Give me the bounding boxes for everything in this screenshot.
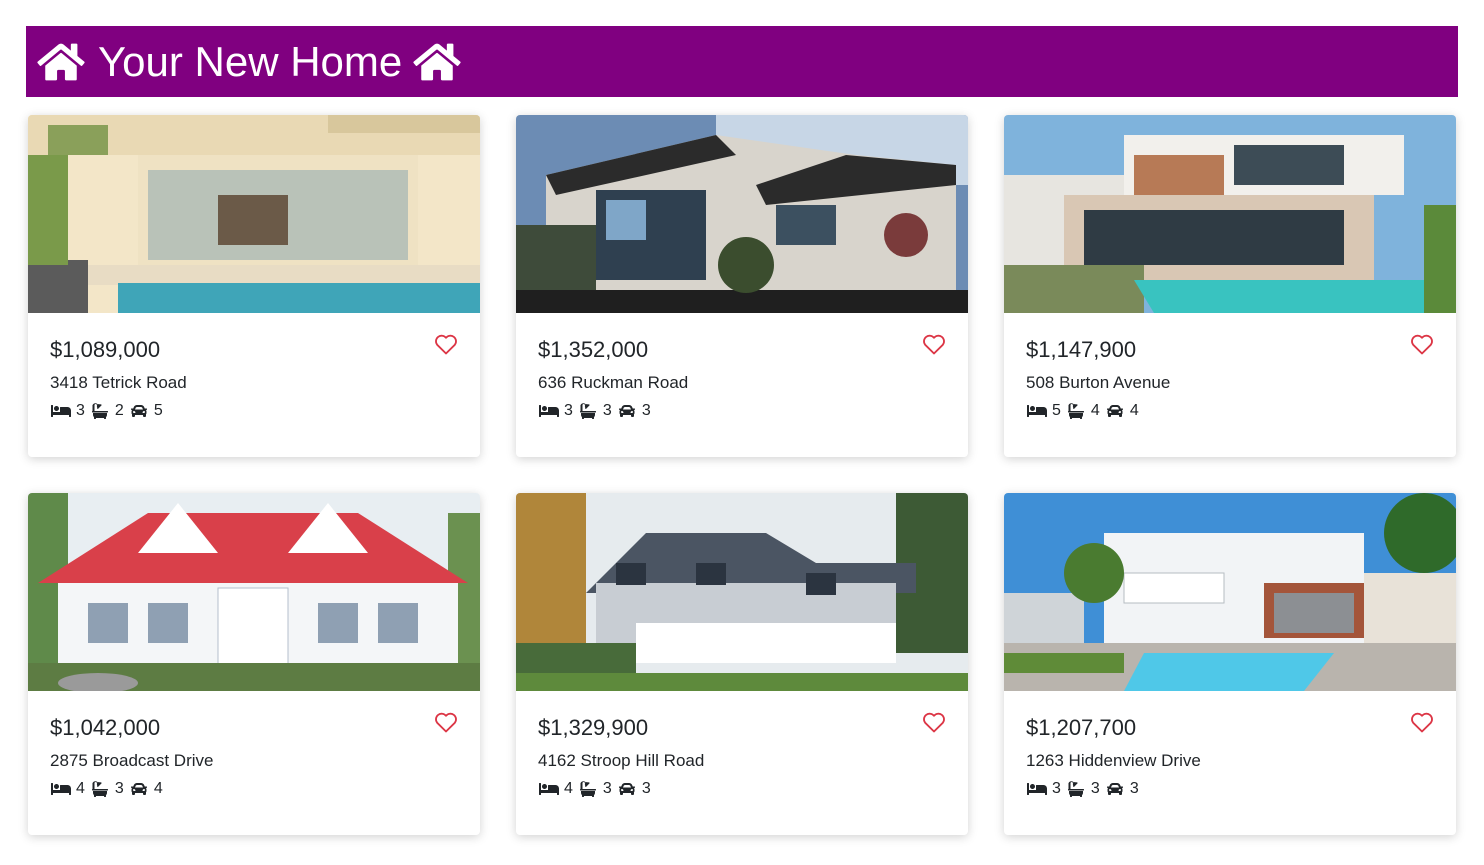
baths-count: 3 xyxy=(602,402,612,419)
listing-price: $1,352,000 xyxy=(538,337,649,362)
listing-price: $1,329,900 xyxy=(538,715,649,740)
listing-features: 3 2 5 xyxy=(50,401,458,421)
heart-outline-icon[interactable] xyxy=(1410,333,1434,355)
bed-icon xyxy=(1026,781,1048,797)
car-icon xyxy=(1104,403,1126,419)
bath-icon xyxy=(89,403,111,419)
car-icon xyxy=(128,781,150,797)
house-photo[interactable] xyxy=(516,115,968,313)
house-photo[interactable] xyxy=(28,115,480,313)
house-photo[interactable] xyxy=(1004,115,1456,313)
car-icon xyxy=(1104,781,1126,797)
listing-price: $1,207,700 xyxy=(1026,715,1137,740)
heart-outline-icon[interactable] xyxy=(922,711,946,733)
listing-card[interactable]: $1,147,900 508 Burton Avenue 5 4 4 xyxy=(1004,115,1456,457)
card-body: $1,042,000 2875 Broadcast Drive 4 3 4 xyxy=(28,691,480,799)
car-icon xyxy=(616,781,638,797)
listing-address: 2875 Broadcast Drive xyxy=(50,751,214,770)
bed-icon xyxy=(50,403,72,419)
listing-features: 3 3 3 xyxy=(538,401,946,421)
listing-card[interactable]: $1,352,000 636 Ruckman Road 3 3 3 xyxy=(516,115,968,457)
baths-count: 3 xyxy=(114,780,124,797)
listing-price: $1,089,000 xyxy=(50,337,161,362)
beds-count: 4 xyxy=(76,780,85,797)
heart-outline-icon[interactable] xyxy=(434,711,458,733)
house-photo[interactable] xyxy=(1004,493,1456,691)
listing-address: 3418 Tetrick Road xyxy=(50,373,187,392)
bed-icon xyxy=(538,781,560,797)
baths-count: 2 xyxy=(114,402,124,419)
listing-features: 4 3 4 xyxy=(50,779,458,799)
bath-icon xyxy=(577,403,599,419)
cars-count: 3 xyxy=(641,402,651,419)
listings-grid: $1,089,000 3418 Tetrick Road 3 2 5 $1,35… xyxy=(28,115,1456,835)
listing-features: 5 4 4 xyxy=(1026,401,1434,421)
bed-icon xyxy=(538,403,560,419)
cars-count: 4 xyxy=(1129,402,1139,419)
cars-count: 5 xyxy=(153,402,163,419)
beds-count: 4 xyxy=(564,780,573,797)
beds-count: 5 xyxy=(1052,402,1061,419)
listing-address: 1263 Hiddenview Drive xyxy=(1026,751,1201,770)
house-icon xyxy=(36,41,86,83)
listing-features: 3 3 3 xyxy=(1026,779,1434,799)
heart-outline-icon[interactable] xyxy=(434,333,458,355)
cars-count: 3 xyxy=(1129,780,1139,797)
header-banner: Your New Home xyxy=(26,26,1458,97)
page-title: Your New Home xyxy=(98,37,403,85)
heart-outline-icon[interactable] xyxy=(922,333,946,355)
bed-icon xyxy=(50,781,72,797)
listing-address: 508 Burton Avenue xyxy=(1026,373,1171,392)
listing-price: $1,042,000 xyxy=(50,715,161,740)
listing-address: 4162 Stroop Hill Road xyxy=(538,751,705,770)
baths-count: 3 xyxy=(1090,780,1100,797)
card-body: $1,089,000 3418 Tetrick Road 3 2 5 xyxy=(28,313,480,421)
bath-icon xyxy=(1065,403,1087,419)
heart-outline-icon[interactable] xyxy=(1410,711,1434,733)
listing-address: 636 Ruckman Road xyxy=(538,373,689,392)
bath-icon xyxy=(577,781,599,797)
cars-count: 4 xyxy=(153,780,163,797)
bath-icon xyxy=(1065,781,1087,797)
house-photo[interactable] xyxy=(516,493,968,691)
house-photo[interactable] xyxy=(28,493,480,691)
listing-price: $1,147,900 xyxy=(1026,337,1137,362)
listing-features: 4 3 3 xyxy=(538,779,946,799)
beds-count: 3 xyxy=(76,402,85,419)
house-icon xyxy=(412,41,462,83)
beds-count: 3 xyxy=(1052,780,1061,797)
card-body: $1,147,900 508 Burton Avenue 5 4 4 xyxy=(1004,313,1456,421)
card-body: $1,352,000 636 Ruckman Road 3 3 3 xyxy=(516,313,968,421)
card-body: $1,207,700 1263 Hiddenview Drive 3 3 3 xyxy=(1004,691,1456,799)
card-body: $1,329,900 4162 Stroop Hill Road 4 3 3 xyxy=(516,691,968,799)
listing-card[interactable]: $1,042,000 2875 Broadcast Drive 4 3 4 xyxy=(28,493,480,835)
bed-icon xyxy=(1026,403,1048,419)
listing-card[interactable]: $1,089,000 3418 Tetrick Road 3 2 5 xyxy=(28,115,480,457)
car-icon xyxy=(128,403,150,419)
beds-count: 3 xyxy=(564,402,573,419)
baths-count: 3 xyxy=(602,780,612,797)
car-icon xyxy=(616,403,638,419)
listing-card[interactable]: $1,329,900 4162 Stroop Hill Road 4 3 3 xyxy=(516,493,968,835)
listing-card[interactable]: $1,207,700 1263 Hiddenview Drive 3 3 3 xyxy=(1004,493,1456,835)
page: Your New Home $1,089,000 3418 Tetrick Ro… xyxy=(0,0,1484,865)
bath-icon xyxy=(89,781,111,797)
cars-count: 3 xyxy=(641,780,651,797)
baths-count: 4 xyxy=(1090,402,1100,419)
